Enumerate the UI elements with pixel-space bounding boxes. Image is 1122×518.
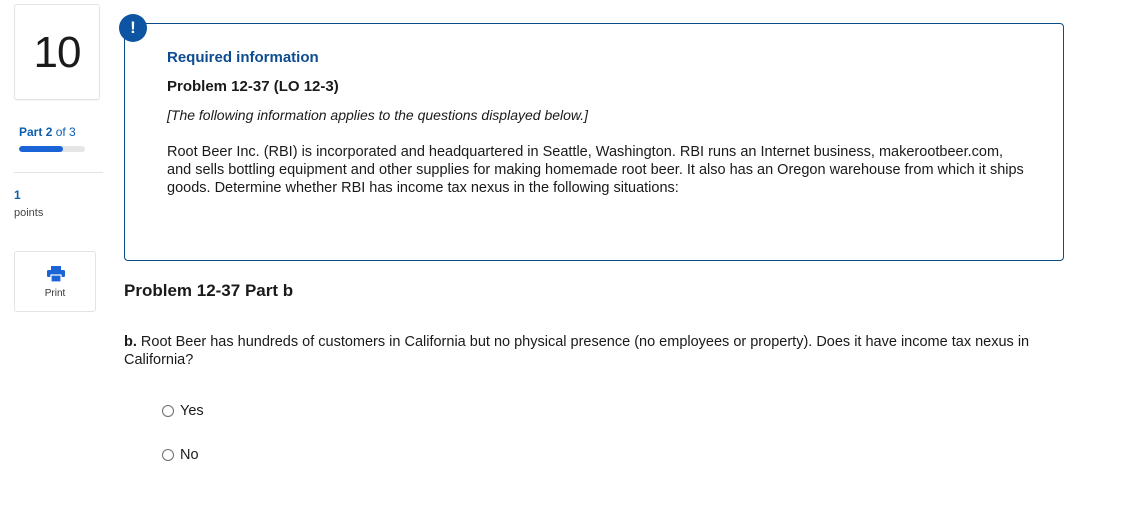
part-heading: Problem 12-37 Part b xyxy=(124,281,294,300)
question-lead: b. xyxy=(124,334,137,350)
required-information-heading: Required information xyxy=(167,49,319,66)
question-number-card: 10 xyxy=(14,4,100,100)
question-body: Root Beer has hundreds of customers in C… xyxy=(124,334,1030,368)
applies-note: [The following information applies to th… xyxy=(167,107,589,123)
exclamation-icon: ! xyxy=(119,14,147,42)
part-total: of 3 xyxy=(55,125,76,139)
radio-yes[interactable] xyxy=(162,405,174,417)
radio-no[interactable] xyxy=(162,449,174,461)
option-label-yes: Yes xyxy=(180,403,204,419)
rail-divider xyxy=(14,172,103,173)
points-label: points xyxy=(14,207,44,219)
question-text: b. Root Beer has hundreds of customers i… xyxy=(124,333,1059,369)
option-label-no: No xyxy=(180,447,199,463)
part-indicator: Part 2 of 3 xyxy=(19,125,76,139)
points-value: 1 xyxy=(14,188,21,202)
question-number: 10 xyxy=(33,28,82,77)
print-label: Print xyxy=(44,288,66,299)
scenario-text: Root Beer Inc. (RBI) is incorporated and… xyxy=(167,144,1024,196)
problem-title: Problem 12-37 (LO 12-3) xyxy=(167,78,339,95)
print-button[interactable]: Print xyxy=(14,251,96,312)
part-current: 2 xyxy=(45,125,53,139)
answer-option-yes[interactable]: Yes xyxy=(162,403,204,419)
part-prefix: Part xyxy=(19,125,43,139)
answer-option-no[interactable]: No xyxy=(162,447,199,463)
part-progress-bar xyxy=(19,146,85,152)
part-progress-fill xyxy=(19,146,64,152)
printer-icon xyxy=(47,266,65,282)
